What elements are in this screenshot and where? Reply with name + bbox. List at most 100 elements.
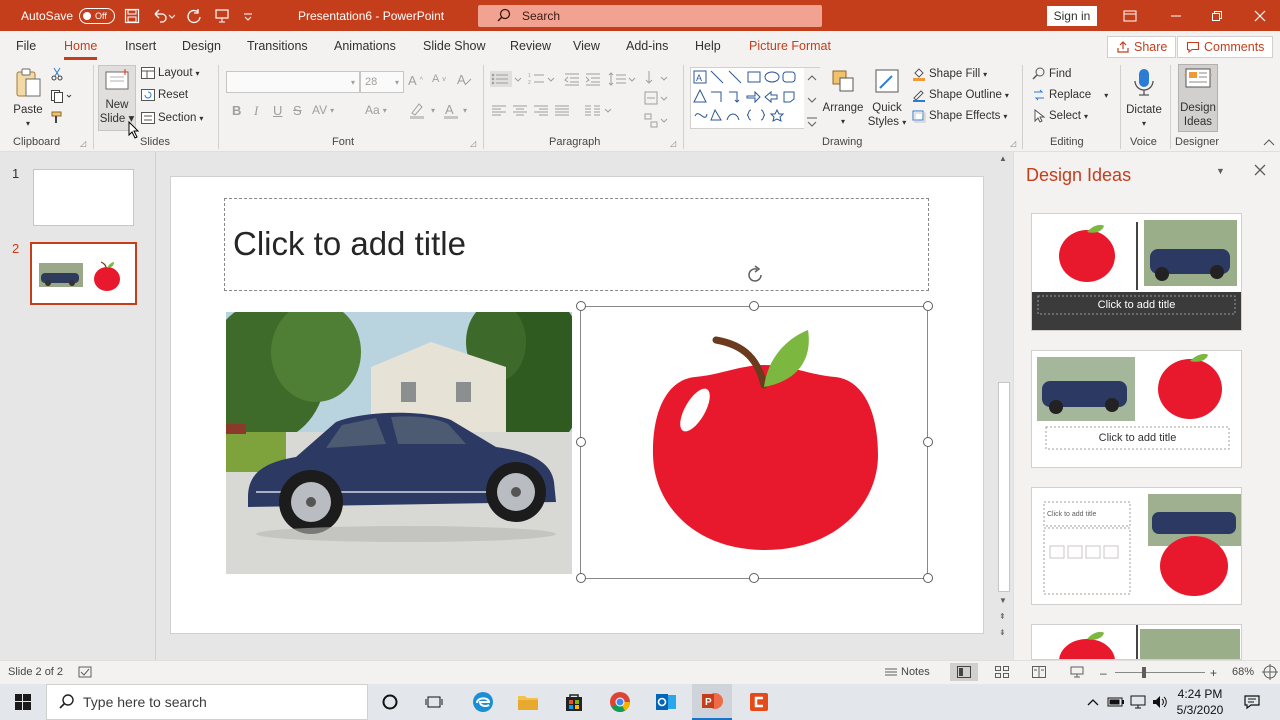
convert-to-smartart-icon[interactable]	[644, 113, 668, 129]
tab-animations[interactable]: Animations	[334, 39, 396, 53]
zoom-level[interactable]: 68%	[1232, 666, 1254, 678]
design-idea-card[interactable]: Click to add title	[1031, 350, 1242, 468]
design-ideas-button[interactable]: Design Ideas	[1178, 64, 1218, 132]
cut-icon[interactable]	[50, 67, 64, 81]
present-icon[interactable]	[214, 0, 230, 31]
scroll-up-icon[interactable]: ▲	[999, 154, 1007, 163]
dictate-button[interactable]: Dictate ▾	[1124, 67, 1164, 131]
design-idea-card[interactable]	[1031, 624, 1242, 660]
reset-button[interactable]: Reset	[141, 89, 188, 101]
drawing-launcher-icon[interactable]: ◿	[1010, 139, 1016, 148]
tab-insert[interactable]: Insert	[125, 39, 156, 53]
highlight-icon[interactable]: ▾	[408, 101, 435, 119]
taskbar-clock[interactable]: 4:24 PM 5/3/2020	[1170, 686, 1230, 718]
italic-button[interactable]: I	[254, 103, 258, 119]
bullets-icon[interactable]	[490, 71, 524, 87]
numbering-icon[interactable]: 12	[528, 71, 556, 87]
align-right-icon[interactable]	[534, 105, 548, 117]
camtasia-icon[interactable]	[740, 684, 778, 720]
task-view-icon[interactable]	[416, 684, 452, 720]
decrease-indent-icon[interactable]	[564, 71, 580, 87]
car-picture[interactable]	[226, 312, 572, 574]
slide-sorter-icon[interactable]	[995, 666, 1009, 681]
find-button[interactable]: Find	[1032, 67, 1071, 81]
tab-file[interactable]: File	[16, 39, 36, 53]
ribbon-display-options-icon[interactable]	[1107, 0, 1153, 31]
volume-icon[interactable]	[1150, 684, 1170, 720]
quick-styles-button[interactable]: Quick Styles ▾	[866, 67, 908, 130]
spelling-icon[interactable]	[78, 665, 92, 682]
collapse-ribbon-icon[interactable]	[1263, 138, 1275, 146]
cortana-icon[interactable]	[372, 684, 408, 720]
show-hidden-icons-icon[interactable]	[1084, 684, 1102, 720]
design-idea-card[interactable]: Click to add title	[1031, 487, 1242, 605]
undo-icon[interactable]	[151, 0, 175, 31]
apple-picture[interactable]	[640, 325, 890, 553]
tab-review[interactable]: Review	[510, 39, 551, 53]
pane-options-icon[interactable]: ▼	[1216, 166, 1225, 176]
powerpoint-taskbar-icon[interactable]: P	[692, 684, 732, 720]
windows-start-icon[interactable]	[0, 684, 46, 720]
outlook-icon[interactable]	[648, 684, 684, 720]
font-launcher-icon[interactable]: ◿	[470, 139, 476, 148]
tab-slide-show[interactable]: Slide Show	[423, 39, 486, 53]
comments-button[interactable]: Comments	[1177, 36, 1274, 58]
resize-handle-bottom-left[interactable]	[576, 573, 586, 583]
zoom-in-icon[interactable]: +	[1210, 666, 1217, 680]
align-left-icon[interactable]	[492, 105, 506, 117]
resize-handle-right[interactable]	[923, 437, 933, 447]
rotate-handle-icon[interactable]	[744, 264, 766, 286]
close-pane-icon[interactable]	[1254, 164, 1266, 179]
slide-thumbnail-2[interactable]	[30, 242, 137, 305]
slide-show-icon[interactable]	[1070, 666, 1084, 681]
shape-outline-button[interactable]: Shape Outline ▾	[912, 88, 1009, 102]
redo-icon[interactable]	[186, 0, 202, 31]
shapes-gallery[interactable]: A	[690, 67, 821, 130]
replace-button[interactable]: Replace ▾	[1032, 88, 1108, 102]
store-icon[interactable]	[556, 684, 592, 720]
notifications-icon[interactable]	[1238, 684, 1266, 720]
reading-view-icon[interactable]	[1032, 666, 1046, 681]
edge-icon[interactable]	[465, 684, 501, 720]
battery-icon[interactable]	[1106, 684, 1126, 720]
clear-formatting-icon[interactable]: A	[456, 71, 472, 87]
increase-font-size-icon[interactable]: A ^	[408, 73, 423, 88]
paste-button[interactable]: Paste ▾	[10, 67, 46, 131]
columns-icon[interactable]	[585, 105, 613, 117]
layout-button[interactable]: Layout ▾	[141, 67, 200, 79]
section-button[interactable]: Section ▾	[141, 112, 203, 124]
zoom-slider-thumb[interactable]	[1142, 667, 1146, 678]
scrollbar-thumb[interactable]	[998, 382, 1010, 592]
decrease-font-size-icon[interactable]: Av	[432, 73, 446, 85]
notes-button[interactable]: Notes	[884, 666, 930, 678]
restore-icon[interactable]	[1194, 0, 1240, 31]
bold-button[interactable]: B	[232, 103, 241, 118]
format-painter-icon[interactable]	[50, 111, 64, 125]
file-explorer-icon[interactable]	[510, 684, 546, 720]
character-spacing-icon[interactable]: AV ▾	[312, 103, 334, 117]
network-icon[interactable]	[1128, 684, 1148, 720]
resize-handle-top-left[interactable]	[576, 301, 586, 311]
resize-handle-bottom-right[interactable]	[923, 573, 933, 583]
shape-effects-button[interactable]: Shape Effects ▾	[912, 109, 1007, 123]
change-case-icon[interactable]: Aa ▾	[365, 103, 387, 117]
search-box[interactable]: Search	[478, 5, 822, 27]
tab-help[interactable]: Help	[695, 39, 721, 53]
minimize-icon[interactable]	[1153, 0, 1199, 31]
tab-add-ins[interactable]: Add-ins	[626, 39, 668, 53]
font-color-icon[interactable]: A ▾	[442, 101, 467, 119]
tab-picture-format[interactable]: Picture Format	[749, 39, 831, 53]
line-spacing-icon[interactable]	[608, 71, 636, 87]
previous-slide-icon[interactable]: ⇞	[999, 612, 1006, 621]
strikethrough-button[interactable]: S	[293, 103, 302, 118]
tab-home[interactable]: Home	[64, 39, 98, 60]
tab-view[interactable]: View	[573, 39, 600, 53]
close-window-icon[interactable]	[1237, 0, 1280, 31]
normal-view-icon[interactable]	[950, 663, 978, 681]
font-size-combo[interactable]: 28 ▾	[360, 71, 404, 93]
copy-icon[interactable]	[50, 89, 72, 103]
increase-indent-icon[interactable]	[585, 71, 601, 87]
resize-handle-top[interactable]	[749, 301, 759, 311]
paragraph-launcher-icon[interactable]: ◿	[670, 139, 676, 148]
text-direction-icon[interactable]	[644, 69, 668, 87]
